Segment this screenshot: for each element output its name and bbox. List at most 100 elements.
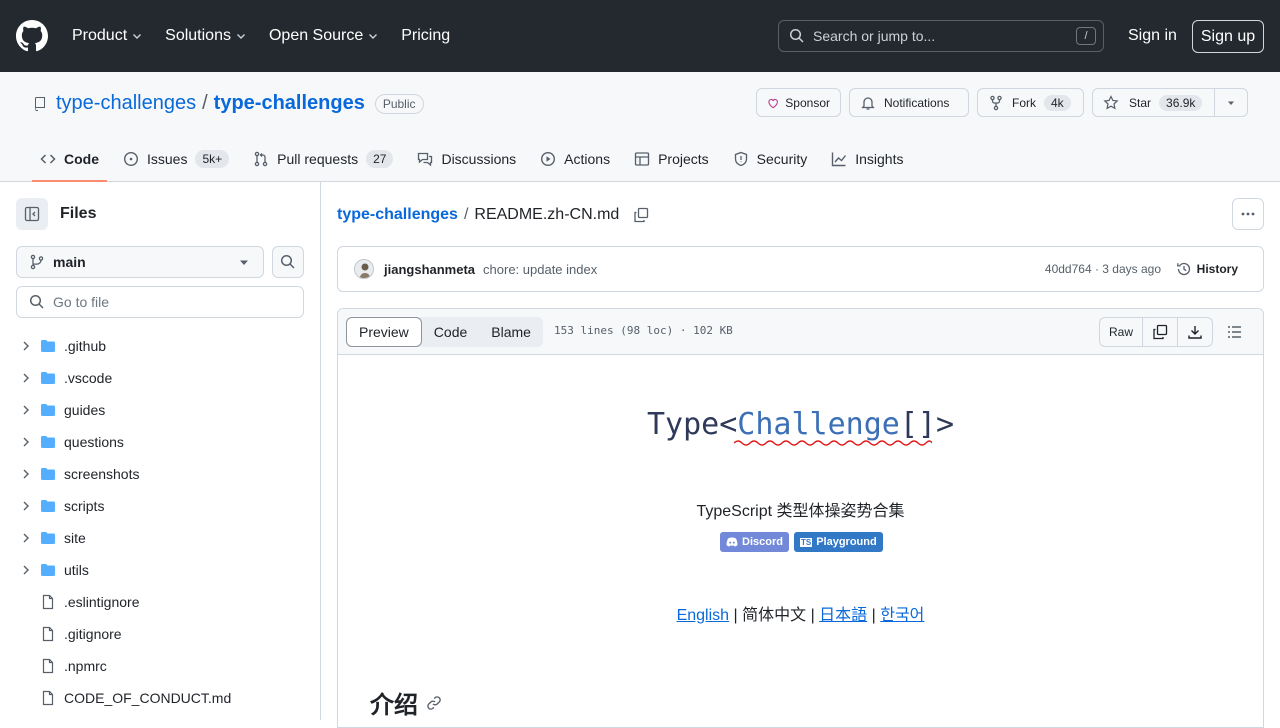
fork-count: 4k bbox=[1044, 94, 1071, 111]
file-search-button[interactable] bbox=[272, 246, 304, 278]
readme-badges: Discord TS Playground bbox=[720, 532, 883, 552]
outline-list-icon[interactable] bbox=[1227, 324, 1243, 340]
notifications-button[interactable]: Notifications bbox=[849, 88, 969, 117]
tree-file-item[interactable]: CODE_OF_CONDUCT.md bbox=[16, 682, 306, 714]
tree-item-label: scripts bbox=[64, 498, 105, 514]
tab-blame[interactable]: Blame bbox=[479, 317, 543, 347]
tree-folder-item[interactable]: site bbox=[16, 522, 306, 554]
file-icon bbox=[42, 626, 54, 642]
tab-preview[interactable]: Preview bbox=[346, 317, 422, 347]
nav-pricing[interactable]: Pricing bbox=[401, 27, 450, 45]
chevron-right-icon bbox=[23, 501, 29, 511]
collapse-sidebar-button[interactable] bbox=[16, 198, 48, 230]
tree-folder-item[interactable]: questions bbox=[16, 426, 306, 458]
go-to-file-input[interactable]: Go to file bbox=[16, 286, 304, 318]
raw-button[interactable]: Raw bbox=[1100, 318, 1143, 346]
tree-folder-item[interactable]: guides bbox=[16, 394, 306, 426]
intro-heading-text: 介绍 bbox=[370, 692, 418, 719]
tree-folder-item[interactable]: scripts bbox=[16, 490, 306, 522]
tab-issues[interactable]: Issues 5k+ bbox=[115, 136, 237, 182]
nav-open-source[interactable]: Open Source bbox=[269, 27, 379, 45]
tab-security-label: Security bbox=[756, 151, 808, 167]
chevron-right-icon bbox=[23, 565, 29, 575]
download-icon bbox=[1188, 326, 1202, 339]
tab-code[interactable]: Code bbox=[32, 136, 107, 182]
tree-folder-item[interactable]: screenshots bbox=[16, 458, 306, 490]
logo-prefix: Type< bbox=[646, 407, 738, 442]
file-tree: .github .vscode guides questions screenshots… bbox=[16, 330, 306, 714]
sign-up-button[interactable]: Sign up bbox=[1192, 20, 1264, 53]
tab-projects[interactable]: Projects bbox=[626, 136, 717, 182]
file-icon bbox=[42, 658, 54, 674]
copy-path-icon[interactable] bbox=[633, 207, 649, 223]
star-button[interactable]: Star 36.9k bbox=[1092, 88, 1248, 117]
tab-actions-label: Actions bbox=[564, 151, 611, 167]
repo-header: type-challenges / type-challenges Public… bbox=[0, 72, 1280, 182]
commit-message[interactable]: chore: update index bbox=[483, 262, 597, 277]
branch-selector[interactable]: main bbox=[16, 246, 264, 278]
fork-button[interactable]: Fork 4k bbox=[977, 88, 1084, 117]
latest-commit-bar: jiangshanmeta chore: update index 40dd76… bbox=[337, 246, 1264, 292]
history-button[interactable]: History bbox=[1176, 261, 1238, 277]
global-search-input[interactable]: Search or jump to... / bbox=[778, 20, 1104, 52]
tab-discussions[interactable]: Discussions bbox=[409, 136, 524, 182]
files-title: Files bbox=[60, 205, 97, 222]
tab-insights[interactable]: Insights bbox=[823, 136, 911, 182]
folder-icon bbox=[41, 468, 55, 480]
tree-file-item[interactable]: .npmrc bbox=[16, 650, 306, 682]
nav-product[interactable]: Product bbox=[72, 27, 143, 45]
history-icon bbox=[1176, 262, 1190, 276]
tab-security[interactable]: Security bbox=[725, 136, 816, 182]
file-info: 153 lines (98 loc) · 102 KB bbox=[554, 324, 733, 337]
tree-file-item[interactable]: .eslintignore bbox=[16, 586, 306, 618]
tree-item-label: screenshots bbox=[64, 466, 140, 482]
commit-meta[interactable]: 40dd764 · 3 days ago bbox=[1045, 262, 1161, 276]
sponsor-button[interactable]: Sponsor bbox=[756, 88, 841, 117]
lang-ko-link[interactable]: 한국어 bbox=[880, 607, 924, 624]
tab-pull-requests[interactable]: Pull requests 27 bbox=[245, 136, 401, 182]
tab-actions[interactable]: Actions bbox=[532, 136, 618, 182]
graph-icon bbox=[832, 152, 847, 167]
playground-badge[interactable]: TS Playground bbox=[793, 532, 883, 552]
issue-icon bbox=[123, 151, 139, 167]
more-options-button[interactable] bbox=[1232, 198, 1264, 230]
avatar[interactable] bbox=[354, 259, 374, 279]
files-header: Files bbox=[16, 198, 96, 230]
global-header: Product Solutions Open Source Pricing Se… bbox=[0, 0, 1280, 72]
discord-badge[interactable]: Discord bbox=[720, 532, 789, 552]
lang-separator: | bbox=[806, 607, 820, 624]
lang-separator: | bbox=[729, 607, 743, 624]
sidebar-collapse-icon bbox=[24, 206, 40, 222]
lang-english-link[interactable]: English bbox=[677, 607, 729, 624]
file-header: Preview Code Blame 153 lines (98 loc) · … bbox=[338, 309, 1263, 355]
branch-name: main bbox=[53, 254, 86, 270]
repo-name-link[interactable]: type-challenges bbox=[214, 92, 365, 115]
search-shortcut-key: / bbox=[1076, 27, 1096, 45]
download-button[interactable] bbox=[1178, 318, 1212, 346]
nav-solutions[interactable]: Solutions bbox=[165, 27, 247, 45]
commit-author[interactable]: jiangshanmeta bbox=[384, 262, 475, 277]
star-dropdown-button[interactable] bbox=[1214, 89, 1247, 116]
sign-in-link[interactable]: Sign in bbox=[1128, 27, 1177, 45]
github-logo-icon[interactable] bbox=[16, 20, 48, 52]
anchor-link-icon[interactable] bbox=[426, 695, 442, 711]
search-placeholder: Search or jump to... bbox=[813, 28, 936, 44]
caret-down-icon bbox=[1228, 101, 1234, 105]
chevron-right-icon bbox=[23, 533, 29, 543]
tab-issues-label: Issues bbox=[147, 151, 188, 167]
chevron-right-icon bbox=[23, 373, 29, 383]
tree-folder-item[interactable]: utils bbox=[16, 554, 306, 586]
top-nav: Product Solutions Open Source Pricing bbox=[72, 0, 472, 72]
tree-folder-item[interactable]: .github bbox=[16, 330, 306, 362]
copy-raw-button[interactable] bbox=[1143, 318, 1178, 346]
breadcrumb-repo-link[interactable]: type-challenges bbox=[337, 206, 458, 224]
chevron-down-icon bbox=[369, 34, 378, 39]
repo-owner-link[interactable]: type-challenges bbox=[56, 92, 196, 115]
tree-folder-item[interactable]: .vscode bbox=[16, 362, 306, 394]
tree-item-label: utils bbox=[64, 562, 89, 578]
star-label: Star bbox=[1129, 95, 1152, 110]
lang-ja-link[interactable]: 日本語 bbox=[819, 607, 867, 624]
tree-file-item[interactable]: .gitignore bbox=[16, 618, 306, 650]
tab-code-view[interactable]: Code bbox=[422, 317, 479, 347]
folder-icon bbox=[41, 532, 55, 544]
